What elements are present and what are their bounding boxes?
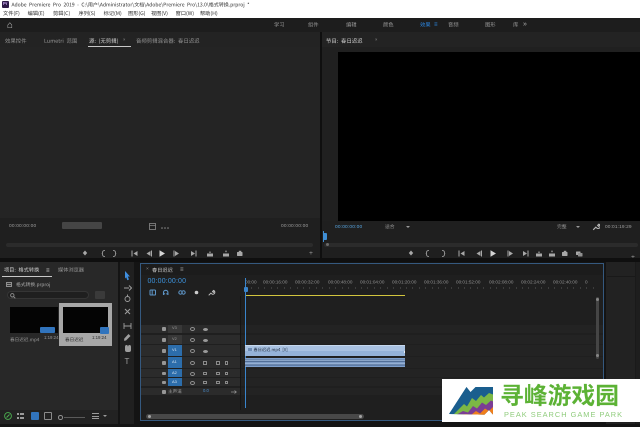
svg-text:T: T	[125, 357, 130, 366]
